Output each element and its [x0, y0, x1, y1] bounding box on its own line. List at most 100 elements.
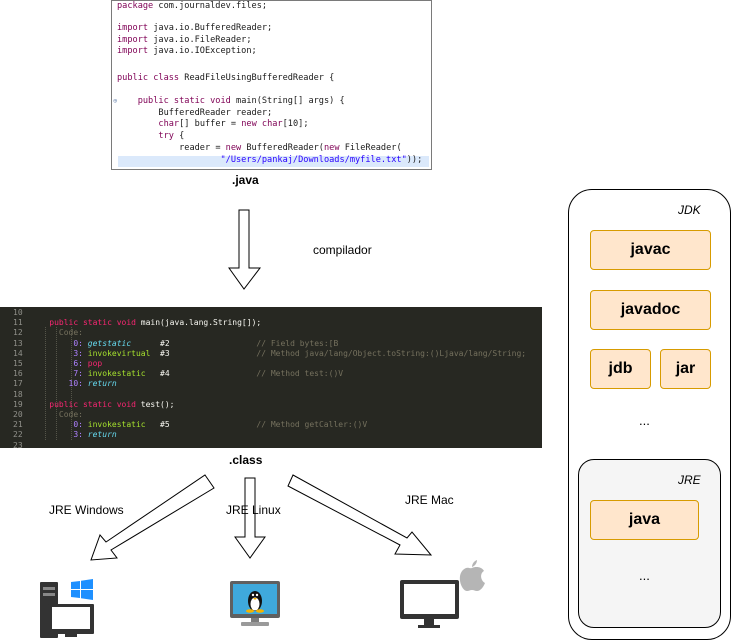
java-code-line: "/Users/pankaj/Downloads/myfile.txt")); [117, 155, 422, 166]
jdk-title: JDK [678, 203, 701, 217]
code-token: com.journaldev.files; [153, 1, 268, 11]
code-token: args [308, 96, 330, 106]
code-token: java.io.IOException; [148, 46, 257, 56]
java-code-line: char[] buffer = new char[10]; [117, 119, 309, 130]
code-token: 7: [30, 369, 88, 379]
line-number: 10 [13, 308, 23, 317]
code-token: ; [267, 108, 273, 118]
line-number: 14 [13, 348, 23, 358]
code-token: #5 [145, 420, 257, 430]
code-token: java.io.BufferedReader; [148, 23, 273, 33]
code-token: Code: [30, 410, 83, 419]
arrow-to-mac [287, 474, 433, 556]
java-caption: .java [232, 173, 259, 187]
class-caption: .class [229, 453, 263, 467]
code-token: )); [406, 155, 423, 165]
line-number: 15 [13, 359, 23, 368]
code-token: import [117, 23, 149, 33]
compile-arrow [228, 209, 262, 290]
line-number: 22 [13, 430, 23, 440]
bytecode-text: 3: invokevirtual #3 // Method java/lang/… [30, 349, 526, 359]
apple-logo-icon [459, 560, 485, 591]
java-code-line: public static void main(String[] args) { [117, 96, 345, 107]
line-number: 12 [13, 328, 23, 338]
code-token: buffer [194, 119, 226, 129]
code-token: return [87, 430, 117, 440]
bytecode-text: public static void test(); [30, 399, 174, 410]
line-number: 11 [13, 318, 23, 328]
code-token: = [225, 119, 242, 129]
bytecode-text: 0: invokestatic #5 // Method getCaller:(… [30, 420, 367, 430]
code-token: java.io.FileReader; [148, 35, 252, 45]
code-token: 3: [30, 348, 88, 358]
jre-title: JRE [678, 473, 701, 487]
code-token: public static void [30, 399, 136, 409]
code-token: package [117, 1, 154, 11]
code-token: ReadFileUsingBufferedReader { [179, 73, 335, 83]
code-token: // Method getCaller:()V [256, 420, 368, 430]
code-token: pop [87, 359, 103, 368]
code-token: #4 [145, 369, 257, 379]
tool-java: java [590, 500, 699, 540]
line-number: 16 [13, 369, 23, 379]
code-token: #2 [131, 338, 257, 348]
line-number: 19 [13, 399, 23, 409]
tool-jdb: jdb [590, 349, 651, 389]
jdk-ellipsis: ... [639, 413, 650, 428]
java-code-line: try { [117, 131, 184, 142]
java-code-line: BufferedReader reader; [117, 108, 272, 119]
distribution-arrows [90, 474, 433, 561]
code-token: import [117, 46, 149, 56]
code-token: 10: [30, 379, 88, 389]
mac-monitor-icon [400, 560, 485, 628]
code-token: 0: [30, 338, 88, 348]
code-token: FileReader( [339, 143, 402, 153]
code-token: Code: [30, 328, 83, 338]
java-code-line: package com.journaldev.files; [117, 1, 267, 12]
code-token: // Method java/lang/Object.toString:()Lj… [256, 348, 527, 358]
code-token: 6: [30, 359, 88, 368]
tool-javadoc: javadoc [590, 290, 711, 330]
code-token: invokestatic [87, 369, 146, 379]
code-token: // Field bytes:[B [256, 338, 339, 348]
bytecode-text: Code: [30, 328, 83, 338]
code-token: [10]; [282, 119, 309, 129]
windows-pc-icon [40, 579, 94, 638]
code-token: reader [179, 143, 211, 153]
bytecode-text: 3: return [30, 430, 117, 440]
bytecode-text: Code: [30, 410, 83, 420]
code-token: reader [236, 108, 268, 118]
linux-monitor-icon [230, 581, 280, 626]
java-code-line: import java.io.IOException; [117, 46, 257, 57]
code-token: ) { [329, 96, 345, 106]
bytecode-text: 6: pop [30, 359, 102, 369]
jre-ellipsis: ... [639, 568, 650, 583]
code-token: public static void [137, 96, 231, 106]
java-code-line: reader = new BufferedReader(new FileRead… [117, 143, 402, 154]
code-token: public class [117, 73, 180, 83]
code-token: new [225, 143, 242, 153]
bytecode-text: public static void main(java.lang.String… [30, 318, 261, 328]
line-number: 20 [13, 410, 23, 419]
line-number: 18 [13, 389, 23, 399]
line-number: 21 [13, 420, 23, 430]
arrow-to-linux [234, 477, 266, 559]
java-code-line: public class ReadFileUsingBufferedReader… [117, 73, 334, 84]
code-token: getstatic [87, 338, 132, 348]
code-token: public static void [30, 318, 136, 328]
code-token: new [324, 143, 340, 153]
code-token: #3 [150, 348, 257, 358]
line-number: 13 [13, 338, 23, 348]
java-code-line: import java.io.FileReader; [117, 35, 252, 46]
code-token: "/Users/pankaj/Downloads/myfile.txt" [220, 155, 407, 165]
code-token: invokestatic [87, 420, 146, 430]
code-token: 0: [30, 420, 88, 430]
code-token: BufferedReader [117, 108, 236, 118]
bytecode-text: 0: getstatic #2 // Field bytes:[B [30, 339, 338, 349]
code-token: invokevirtual [87, 348, 151, 358]
